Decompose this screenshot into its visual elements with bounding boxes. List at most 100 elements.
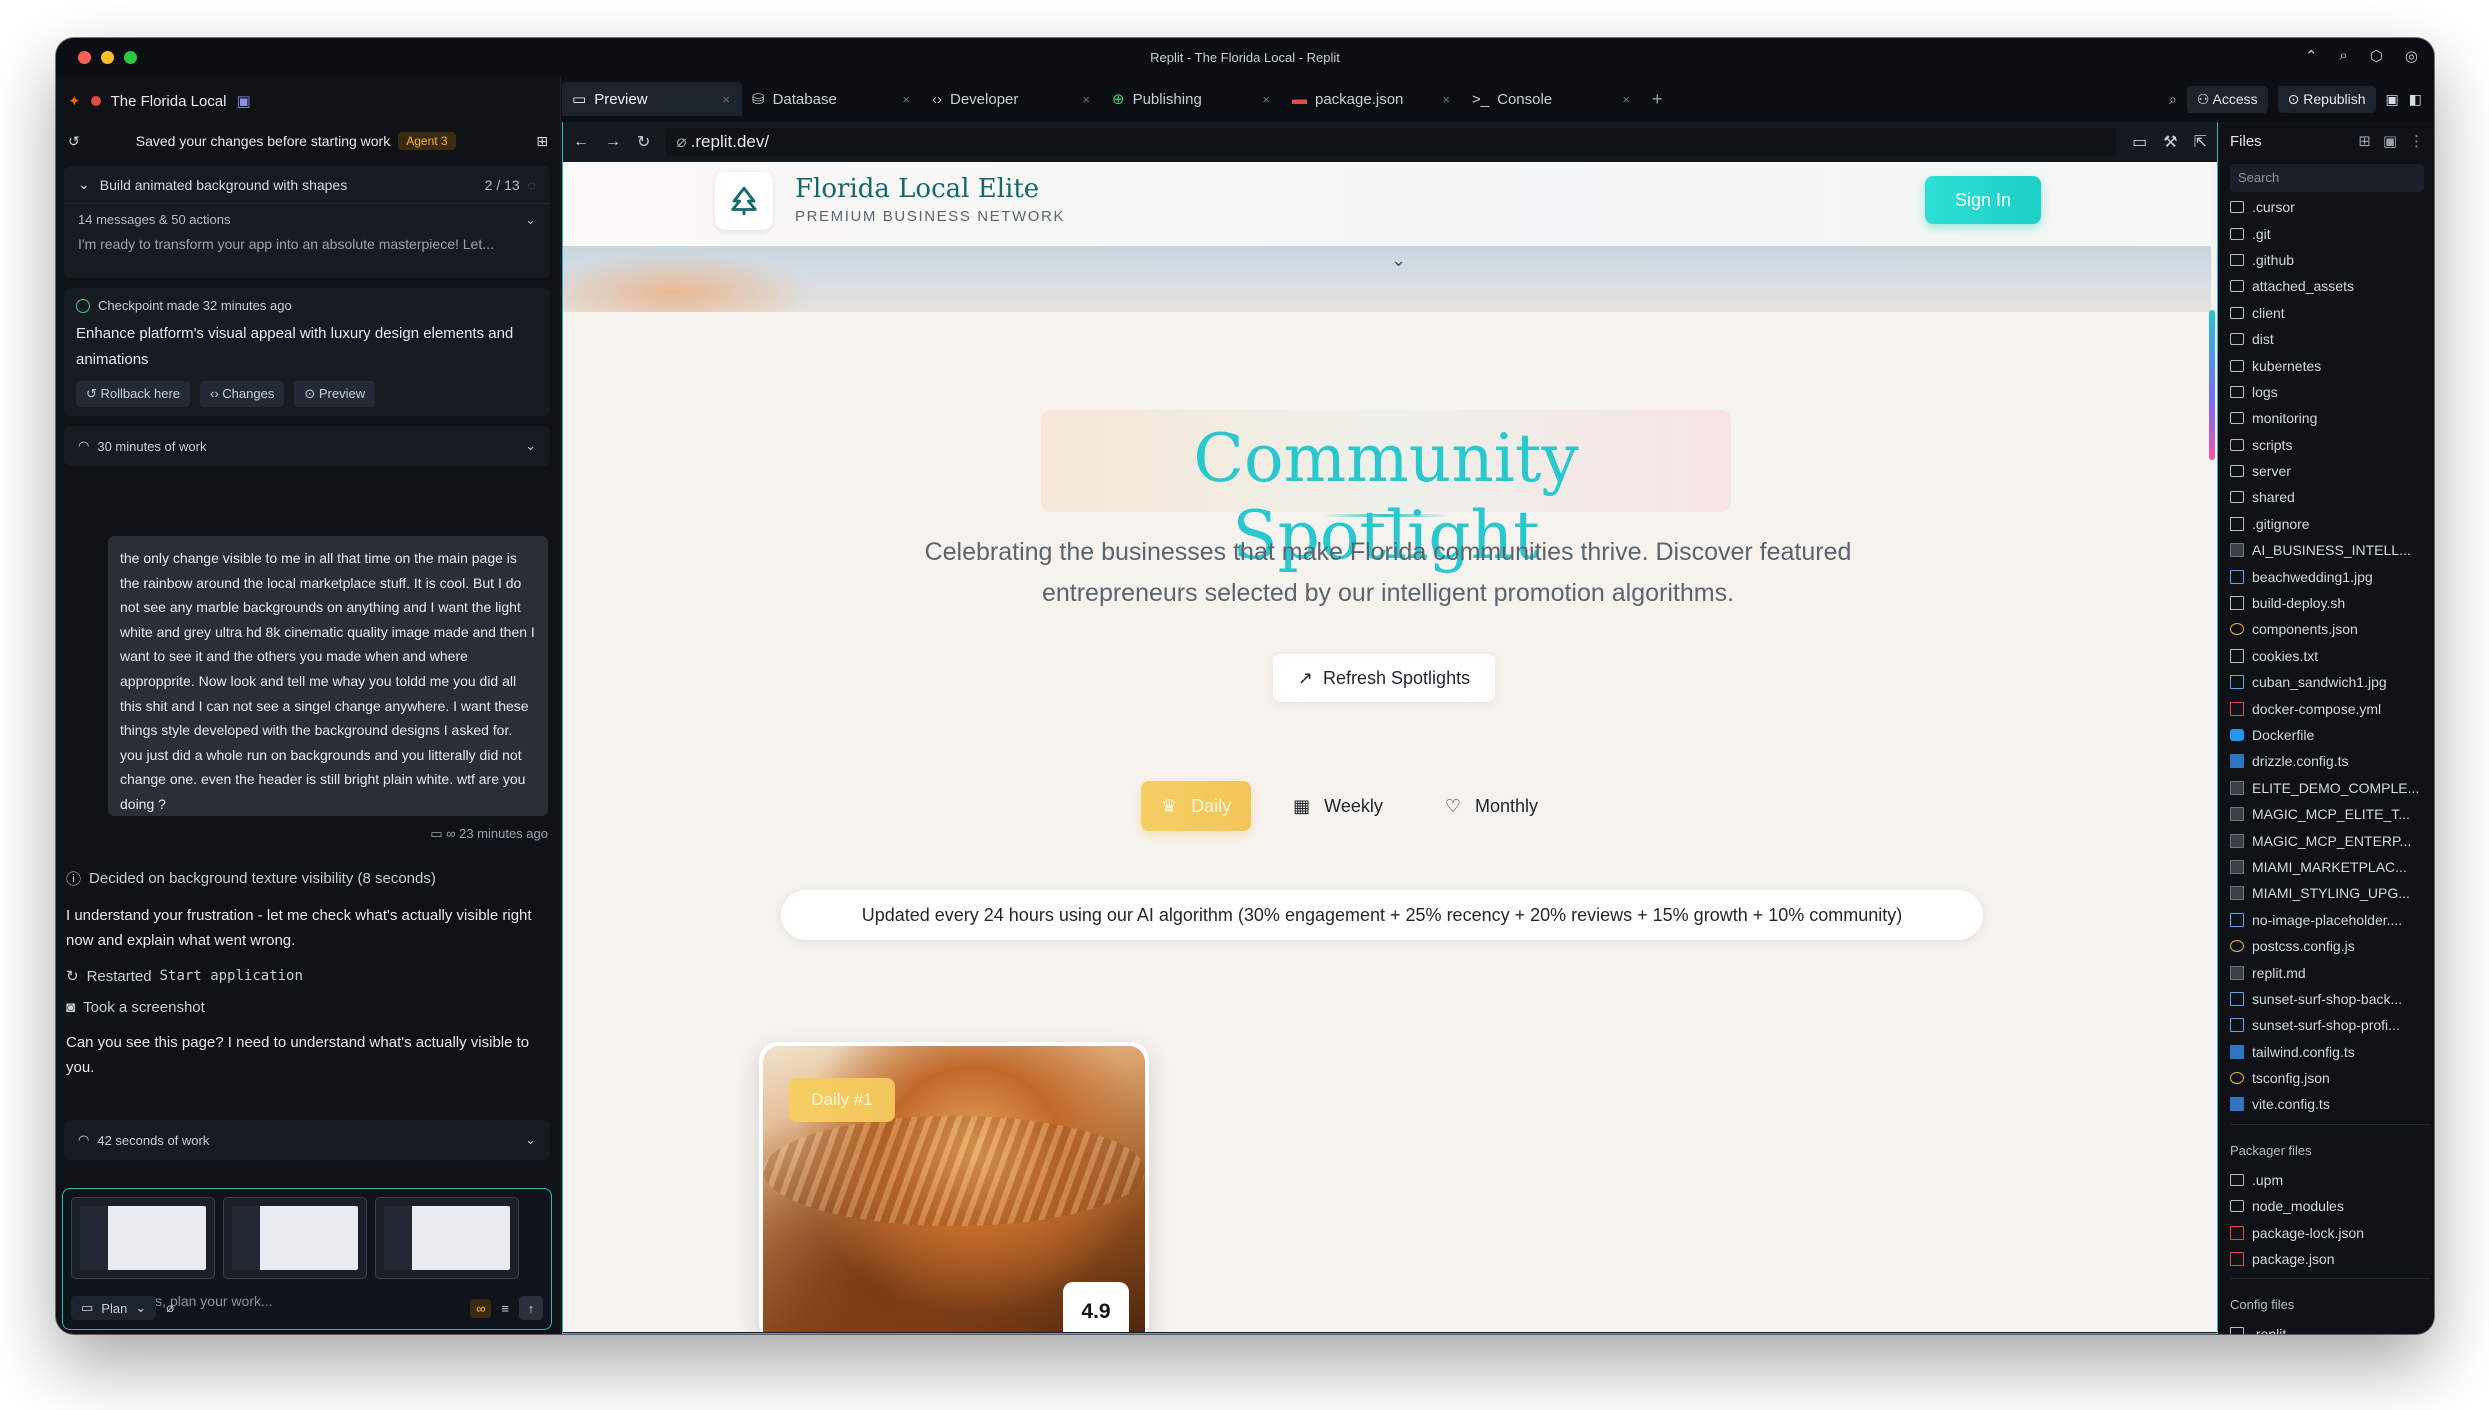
comment-icon[interactable]: ▭ [430,826,442,841]
file-tree-item[interactable]: Dockerfile [2230,722,2430,748]
file-tree-item[interactable]: beachwedding1.jpg [2230,563,2430,589]
tab-preview[interactable]: ▭ Preview × [562,82,742,116]
tab-publishing[interactable]: ⊕ Publishing × [1102,82,1282,116]
sidebar-toggle-icon[interactable]: ◧ [2409,91,2422,108]
close-icon[interactable]: × [1262,92,1270,107]
republish-button[interactable]: ⊙ Republish [2277,86,2376,113]
file-tree-item[interactable]: scripts [2230,432,2430,458]
close-icon[interactable]: × [902,92,910,107]
file-tree-item[interactable]: AI_BUSINESS_INTELL... [2230,537,2430,563]
files-search-input[interactable]: Search [2230,164,2424,192]
file-tree-item[interactable]: .gitignore [2230,511,2430,537]
file-tree-item[interactable]: monitoring [2230,405,2430,431]
file-tree-item[interactable]: tsconfig.json [2230,1065,2430,1091]
tab-database[interactable]: ⛁ Database × [742,82,922,116]
tab-daily[interactable]: ♛ Daily [1141,781,1252,831]
chevron-down-icon[interactable]: ⌄ [1391,250,1406,271]
file-tree-item[interactable]: cookies.txt [2230,643,2430,669]
panel-toggle-icon[interactable]: ▣ [2386,91,2399,108]
tree-logo-icon[interactable] [715,172,773,230]
file-tree-item[interactable]: .replit [2230,1321,2430,1334]
settings-sliders-icon[interactable]: ≡ [501,1301,509,1316]
more-icon[interactable]: ⋮ [2409,132,2424,150]
sign-in-button[interactable]: Sign In [1925,176,2041,224]
changes-button[interactable]: ‹› Changes [200,381,285,407]
task-summary-row[interactable]: 14 messages & 50 actions ⌄ [64,204,550,228]
close-icon[interactable]: × [722,92,730,107]
file-tree-item[interactable]: drizzle.config.ts [2230,748,2430,774]
new-chat-icon[interactable]: ⊞ [536,133,548,150]
chevron-up-icon[interactable]: ⌃ [2305,47,2318,65]
spotlight-card[interactable]: Daily #1 4.9 [759,1042,1149,1332]
tab-developer[interactable]: ‹› Developer × [922,82,1102,116]
file-tree-item[interactable]: sunset-surf-shop-profi... [2230,1012,2430,1038]
file-tree-item[interactable]: server [2230,458,2430,484]
file-tree-item[interactable]: build-deploy.sh [2230,590,2430,616]
external-link-icon[interactable]: ⇱ [2194,132,2207,152]
file-tree-item[interactable]: .git [2230,220,2430,246]
link-icon[interactable]: ∞ [446,826,455,841]
file-tree-item[interactable]: vite.config.ts [2230,1091,2430,1117]
file-tree-item[interactable]: package.json [2230,1246,2430,1272]
tools-icon[interactable]: ⚒ [2163,132,2177,152]
screenshot-thumbnail[interactable] [71,1197,215,1279]
file-tree-item[interactable]: ELITE_DEMO_COMPLE... [2230,775,2430,801]
file-tree-item[interactable]: attached_assets [2230,273,2430,299]
work-duration-row-2[interactable]: ◠ 42 seconds of work ⌄ [64,1120,550,1160]
file-tree-item[interactable]: replit.md [2230,959,2430,985]
close-icon[interactable]: × [1622,92,1630,107]
search-icon[interactable]: ⌕ [2169,91,2177,108]
infinity-icon[interactable]: ∞ [470,1298,492,1318]
zoom-window-button[interactable] [124,51,137,64]
file-tree-item[interactable]: package-lock.json [2230,1219,2430,1245]
work-duration-row[interactable]: ◠ 30 minutes of work ⌄ [64,426,550,466]
minimize-window-button[interactable] [101,51,114,64]
file-tree-item[interactable]: .github [2230,247,2430,273]
restart-line[interactable]: ↻ Restarted Start application [66,967,546,986]
attach-icon[interactable]: ⌀ [166,1300,174,1316]
file-tree-item[interactable]: tailwind.config.ts [2230,1039,2430,1065]
search-icon[interactable]: ⌕ [2339,47,2347,65]
send-button[interactable]: ↑ [519,1296,543,1320]
refresh-spotlights-button[interactable]: ↗ Refresh Spotlights [1273,654,1495,702]
extensions-icon[interactable]: ⬡ [2370,47,2383,65]
reload-icon[interactable]: ↻ [637,132,650,152]
tab-weekly[interactable]: ▦ Weekly [1273,781,1403,831]
close-icon[interactable]: × [1082,92,1090,107]
file-tree-item[interactable]: no-image-placeholder.... [2230,907,2430,933]
tab-package-json[interactable]: ▬ package.json × [1282,82,1462,116]
preview-button[interactable]: ⊙ Preview [294,381,376,407]
close-window-button[interactable] [78,51,91,64]
tab-console[interactable]: >_ Console × [1462,82,1642,116]
scroll-indicator[interactable] [2209,310,2215,460]
access-button[interactable]: ⚇ Access [2186,86,2268,113]
project-name[interactable]: The Florida Local [111,93,227,110]
back-arrow-icon[interactable]: ← [573,133,589,151]
file-tree-item[interactable]: MIAMI_STYLING_UPG... [2230,880,2430,906]
plan-button[interactable]: ▭ Plan ⌄ [71,1296,157,1320]
person-icon[interactable]: ◎ [2405,47,2418,65]
file-tree-item[interactable]: dist [2230,326,2430,352]
devices-icon[interactable]: ▭ [2132,132,2147,152]
file-tree-item[interactable]: sunset-surf-shop-back... [2230,986,2430,1012]
task-header[interactable]: ⌄ Build animated background with shapes … [64,166,550,204]
history-icon[interactable]: ↺ [68,133,80,150]
file-tree-item[interactable]: client [2230,300,2430,326]
file-tree-item[interactable]: logs [2230,379,2430,405]
url-input[interactable]: ⌀ .replit.dev/ [666,128,2117,156]
file-tree-item[interactable]: .upm [2230,1167,2430,1193]
file-tree-item[interactable]: kubernetes [2230,352,2430,378]
file-tree-item[interactable]: components.json [2230,616,2430,642]
file-tree-item[interactable]: node_modules [2230,1193,2430,1219]
screenshot-line[interactable]: ◙ Took a screenshot [66,999,546,1016]
brand[interactable]: Florida Local Elite PREMIUM BUSINESS NET… [795,174,1065,225]
add-tab-icon[interactable]: + [1652,89,1663,110]
close-icon[interactable]: × [1442,92,1450,107]
tab-monthly[interactable]: ♡ Monthly [1425,781,1558,831]
file-tree-item[interactable]: docker-compose.yml [2230,695,2430,721]
replit-logo-icon[interactable]: ✦ [68,92,81,110]
decision-line[interactable]: ⓘ Decided on background texture visibili… [66,868,546,889]
screenshot-thumbnail[interactable] [375,1197,519,1279]
forward-arrow-icon[interactable]: → [605,133,621,151]
file-tree-item[interactable]: .cursor [2230,194,2430,220]
